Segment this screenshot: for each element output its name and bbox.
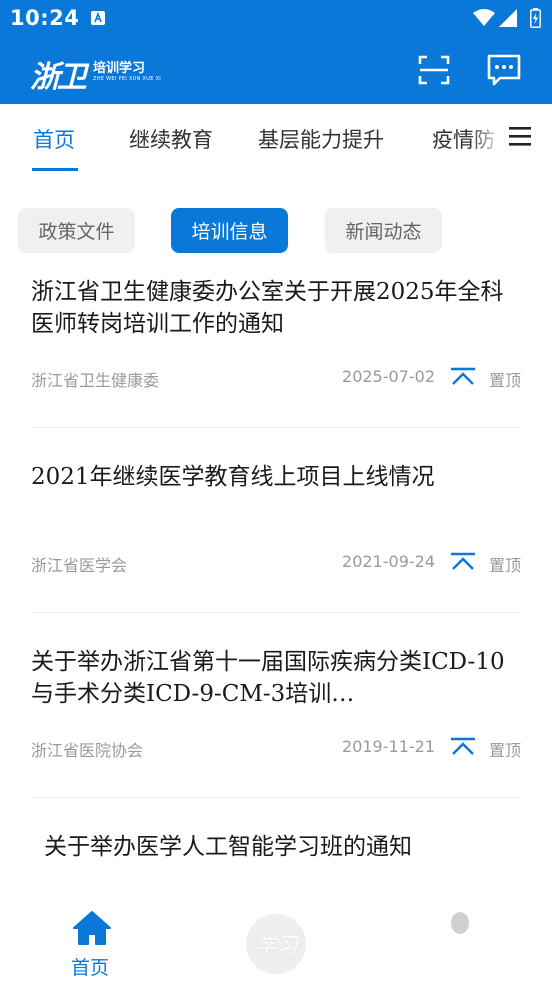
app-header: 10:24 浙卫 培训学习 ZHE WEI PEI XUN XUE XI: [0, 0, 552, 104]
article-title: 关于举办医学人工智能学习班的通知: [44, 834, 412, 860]
article-date: 2021-09-24: [342, 552, 435, 571]
pin-top-icon: [451, 552, 475, 570]
article-item[interactable]: 2021年继续医学教育线上项目上线情况: [31, 461, 521, 493]
sub-category-chips: 政策文件 培训信息 新闻动态: [0, 206, 552, 254]
article-divider: [31, 612, 521, 613]
category-tabs: 首页 继续教育 基层能力提升 疫情防: [0, 104, 552, 176]
article-date: 2025-07-02: [342, 367, 435, 386]
chip-label: 培训信息: [191, 221, 268, 243]
battery-icon: [530, 8, 541, 28]
signal-icon: [499, 9, 517, 27]
article-item[interactable]: 关于举办浙江省第十一届国际疾病分类ICD-10与手术分类ICD-9-CM-3培训…: [31, 646, 521, 710]
article-date: 2019-11-21: [342, 737, 435, 756]
logo-sub-text: 培训学习: [93, 61, 146, 76]
logo-pinyin-text: ZHE WEI PEI XUN XUE XI: [93, 76, 162, 82]
chip-label: 新闻动态: [345, 221, 422, 243]
article-source: 浙江省医院协会: [31, 741, 144, 760]
scan-icon[interactable]: [416, 53, 452, 87]
status-time: 10:24: [10, 6, 80, 30]
chip-news[interactable]: 新闻动态: [325, 208, 442, 253]
nav-study-button[interactable]: 学习: [246, 914, 306, 974]
article-title: 关于举办浙江省第十一届国际疾病分类ICD-10与手术分类ICD-9-CM-3培训…: [31, 649, 505, 707]
tab-home[interactable]: 首页: [33, 124, 75, 154]
home-icon[interactable]: [72, 910, 112, 946]
logo-main-text: 浙卫: [30, 60, 87, 95]
menu-icon[interactable]: [508, 124, 532, 148]
article-meta: 浙江省医院协会 2019-11-21 置顶: [31, 734, 521, 760]
article-source: 浙江省医学会: [31, 556, 128, 575]
chip-policy-documents[interactable]: 政策文件: [18, 208, 135, 253]
wifi-icon: [473, 9, 495, 26]
chip-label: 政策文件: [38, 221, 115, 243]
message-icon[interactable]: [486, 53, 522, 87]
pin-top-icon: [451, 737, 475, 755]
tab-continuing-education[interactable]: 继续教育: [129, 124, 213, 154]
app-logo: 浙卫 培训学习 ZHE WEI PEI XUN XUE XI: [30, 52, 162, 95]
article-item[interactable]: 关于举办医学人工智能学习班的通知: [44, 831, 514, 863]
pin-top-label: 置顶: [488, 371, 521, 390]
article-source: 浙江省卫生健康委: [31, 371, 160, 390]
pin-top-icon: [451, 367, 475, 385]
tab-grassroots-capacity[interactable]: 基层能力提升: [258, 124, 384, 154]
article-divider: [31, 797, 521, 798]
nav-home-label[interactable]: 首页: [71, 953, 109, 980]
article-title: 2021年继续医学教育线上项目上线情况: [31, 464, 435, 490]
chip-training-info[interactable]: 培训信息: [171, 208, 288, 253]
article-meta: 浙江省卫生健康委 2025-07-02 置顶: [31, 364, 521, 390]
article-item[interactable]: 浙江省卫生健康委办公室关于开展2025年全科医师转岗培训工作的通知: [31, 276, 521, 340]
profile-icon[interactable]: [448, 910, 472, 938]
pin-top-label: 置顶: [488, 556, 521, 575]
article-meta: 浙江省医学会 2021-09-24 置顶: [31, 549, 521, 575]
notification-icon: [91, 11, 105, 25]
active-tab-indicator: [32, 168, 78, 171]
pin-top-label: 置顶: [488, 741, 521, 760]
article-divider: [31, 427, 521, 428]
bottom-navigation: 首页 学习: [0, 898, 552, 983]
nav-study-label: 学习: [254, 934, 298, 959]
status-bar: 10:24: [0, 0, 552, 38]
article-title: 浙江省卫生健康委办公室关于开展2025年全科医师转岗培训工作的通知: [31, 279, 504, 337]
